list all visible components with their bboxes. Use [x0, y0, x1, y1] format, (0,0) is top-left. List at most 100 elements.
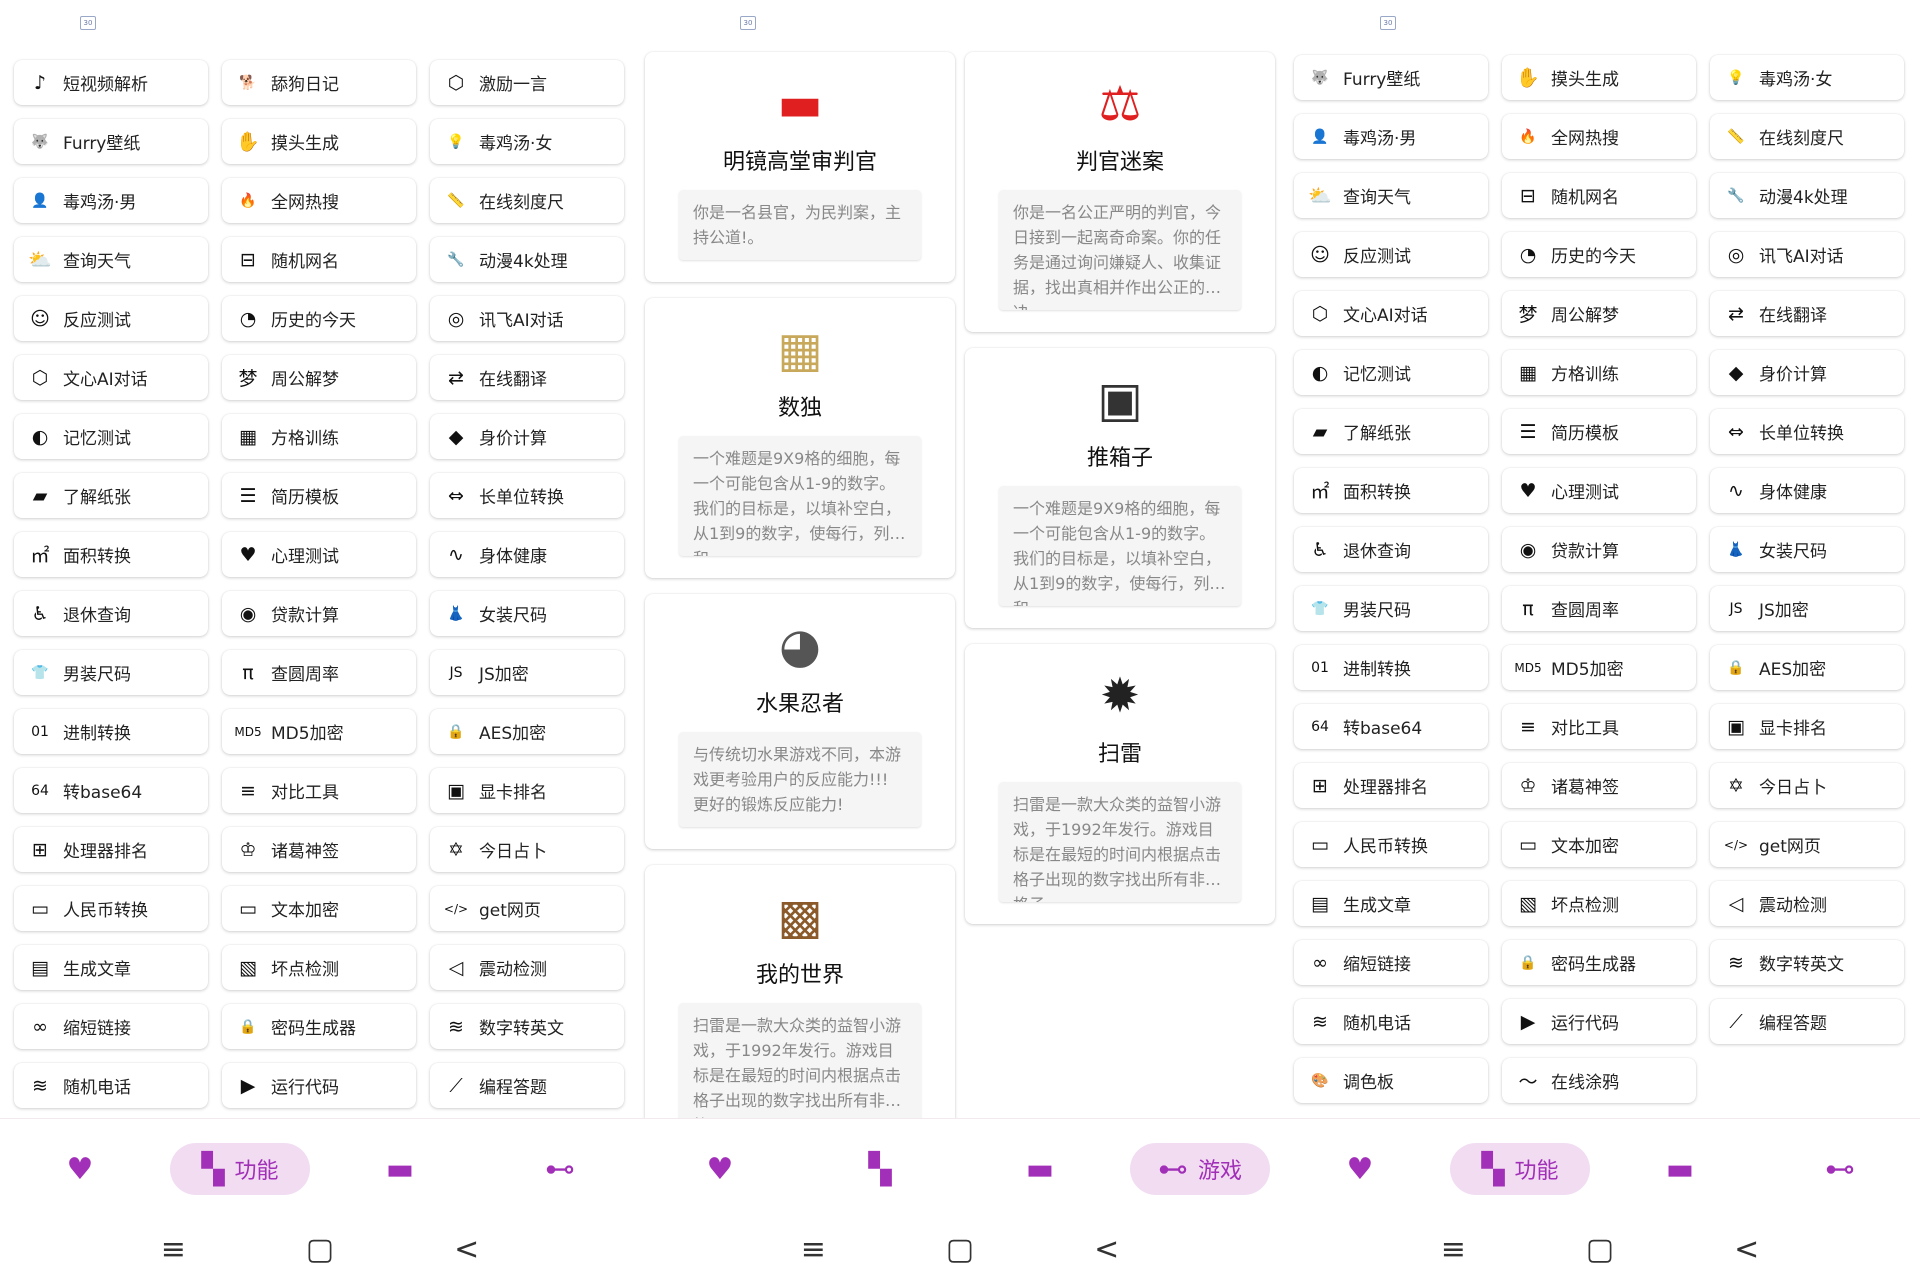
function-item[interactable]: ㎡面积转换 [1294, 468, 1488, 513]
function-item[interactable]: ≋ 数字转英文 [430, 1004, 624, 1049]
function-item[interactable]: ⛅ 查询天气 [1294, 173, 1488, 218]
function-item[interactable]: ≋ 随机电话 [14, 1063, 208, 1108]
nav-inbox-tab[interactable]: ▬ [970, 1143, 1110, 1195]
function-item[interactable]: ♥ 心理测试 [1502, 468, 1696, 513]
function-item[interactable]: ▦ 方格训练 [1502, 350, 1696, 395]
function-item[interactable]: ∿ 身体健康 [430, 532, 624, 577]
function-item[interactable]: 🔒 AES加密 [430, 709, 624, 754]
function-item[interactable]: ⟋ 编程答题 [1710, 999, 1904, 1044]
game-card[interactable]: ▬ 明镜高堂审判官 你是一名县官，为民判案，主持公道!。 [645, 52, 955, 282]
function-item[interactable]: ∞ 缩短链接 [14, 1004, 208, 1049]
function-item[interactable]: ⊟ 随机网名 [1502, 173, 1696, 218]
function-item[interactable]: ▭ 人民币转换 [1294, 822, 1488, 867]
function-item[interactable]: ☺ 反应测试 [1294, 232, 1488, 277]
function-item[interactable]: 🐺 Furry壁纸 [14, 119, 208, 164]
home-button[interactable]: ▢ [930, 1232, 990, 1267]
function-item[interactable]: 👕 男装尺码 [14, 650, 208, 695]
function-item[interactable]: </> get网页 [430, 886, 624, 931]
nav-favorites-tab[interactable]: ♥ [1290, 1143, 1430, 1195]
menu-button[interactable]: ≡ [143, 1232, 203, 1267]
function-item[interactable]: ☰ 简历模板 [1502, 409, 1696, 454]
function-item[interactable]: ♿ 退休查询 [1294, 527, 1488, 572]
back-button[interactable]: < [1077, 1232, 1137, 1267]
function-item[interactable]: 🔒 密码生成器 [1502, 940, 1696, 985]
function-item[interactable]: ▭ 人民币转换 [14, 886, 208, 931]
function-item[interactable]: 📏 在线刻度尺 [1710, 114, 1904, 159]
function-item[interactable]: 🔥 全网热搜 [1502, 114, 1696, 159]
menu-button[interactable]: ≡ [1423, 1232, 1483, 1267]
function-item[interactable]: 64 转base64 [1294, 704, 1488, 749]
function-item[interactable]: ☰ 简历模板 [222, 473, 416, 518]
function-item[interactable]: ✡ 今日占卜 [1710, 763, 1904, 808]
function-item[interactable]: 🐺 Furry壁纸 [1294, 55, 1488, 100]
function-item[interactable]: 🎨 调色板 [1294, 1058, 1488, 1103]
nav-games-tab[interactable]: ⊷ [490, 1143, 630, 1195]
back-button[interactable]: < [1717, 1232, 1777, 1267]
function-item[interactable]: ♪ 短视频解析 [14, 60, 208, 105]
nav-favorites-tab[interactable]: ♥ [650, 1143, 790, 1195]
function-item[interactable]: ∞ 缩短链接 [1294, 940, 1488, 985]
function-item[interactable]: ⊟ 随机网名 [222, 237, 416, 282]
function-item[interactable]: ◁ 震动检测 [430, 945, 624, 990]
function-item[interactable]: 👤 毒鸡汤·男 [1294, 114, 1488, 159]
function-item[interactable]: 🔒 密码生成器 [222, 1004, 416, 1049]
function-item[interactable]: ♔ 诸葛神签 [1502, 763, 1696, 808]
function-item[interactable]: ⇔ 长单位转换 [1710, 409, 1904, 454]
function-item[interactable]: ▤ 生成文章 [1294, 881, 1488, 926]
function-item[interactable]: ≋ 随机电话 [1294, 999, 1488, 1044]
menu-button[interactable]: ≡ [783, 1232, 843, 1267]
function-item[interactable]: π 查圆周率 [222, 650, 416, 695]
function-item[interactable]: 梦周公解梦 [1502, 291, 1696, 336]
function-item[interactable]: ▧ 坏点检测 [222, 945, 416, 990]
function-item[interactable]: 🔧 动漫4k处理 [430, 237, 624, 282]
nav-inbox-tab[interactable]: ▬ [330, 1143, 470, 1195]
function-item[interactable]: ◉ 贷款计算 [222, 591, 416, 636]
function-item[interactable]: ◔ 历史的今天 [1502, 232, 1696, 277]
function-item[interactable]: ▣ 显卡排名 [430, 768, 624, 813]
function-item[interactable]: ◉ 贷款计算 [1502, 527, 1696, 572]
function-item[interactable]: ⊞ 处理器排名 [14, 827, 208, 872]
function-item[interactable]: 🐕 舔狗日记 [222, 60, 416, 105]
function-item[interactable]: ▭ 文本加密 [1502, 822, 1696, 867]
function-item[interactable]: ▶ 运行代码 [1502, 999, 1696, 1044]
function-item[interactable]: ♥ 心理测试 [222, 532, 416, 577]
game-card[interactable]: ✹ 扫雷 扫雷是一款大众类的益智小游戏，于1992年发行。游戏目标是在最短的时间内根… [965, 644, 1275, 924]
home-button[interactable]: ▢ [1570, 1232, 1630, 1267]
function-item[interactable]: ⬡ 文心AI对话 [1294, 291, 1488, 336]
function-item[interactable]: ≡ 对比工具 [1502, 704, 1696, 749]
function-item[interactable]: ⬡ 文心AI对话 [14, 355, 208, 400]
function-item[interactable]: 🔥 全网热搜 [222, 178, 416, 223]
function-item[interactable]: ◎ 讯飞AI对话 [1710, 232, 1904, 277]
nav-functions-tab[interactable]: ▚ [810, 1143, 950, 1195]
function-item[interactable]: 64 转base64 [14, 768, 208, 813]
function-item[interactable]: ⇄ 在线翻译 [430, 355, 624, 400]
nav-games-tab[interactable]: ⊷ 游戏 [1130, 1143, 1270, 1195]
function-item[interactable]: ⇔ 长单位转换 [430, 473, 624, 518]
function-item[interactable]: ☺ 反应测试 [14, 296, 208, 341]
function-item[interactable]: ⬡ 激励一言 [430, 60, 624, 105]
function-item[interactable]: ⊞ 处理器排名 [1294, 763, 1488, 808]
function-item[interactable]: ✡ 今日占卜 [430, 827, 624, 872]
function-item[interactable]: ⇄ 在线翻译 [1710, 291, 1904, 336]
function-item[interactable]: ▭ 文本加密 [222, 886, 416, 931]
function-item[interactable]: ◆ 身价计算 [1710, 350, 1904, 395]
function-item[interactable]: ♔ 诸葛神签 [222, 827, 416, 872]
function-item[interactable]: 👤 毒鸡汤·男 [14, 178, 208, 223]
function-item[interactable]: 👗 女装尺码 [1710, 527, 1904, 572]
function-item[interactable]: ㎡面积转换 [14, 532, 208, 577]
function-item[interactable]: JS JS加密 [1710, 586, 1904, 631]
function-item[interactable]: ▤ 生成文章 [14, 945, 208, 990]
game-card[interactable]: ▩ 我的世界 扫雷是一款大众类的益智小游戏，于1992年发行。游戏目标是在最短的时间… [645, 865, 955, 1145]
function-item[interactable]: 👗 女装尺码 [430, 591, 624, 636]
function-item[interactable]: ⟋ 编程答题 [430, 1063, 624, 1108]
game-card[interactable]: ▣ 推箱子 一个难题是9X9格的细胞，每一个可能包含从1-9的数字。我们的目标是，以… [965, 348, 1275, 628]
game-card[interactable]: ◕ 水果忍者 与传统切水果游戏不同，本游戏更考验用户的反应能力!!! 更好的锻炼反应… [645, 594, 955, 849]
function-item[interactable]: ◆ 身价计算 [430, 414, 624, 459]
nav-functions-tab[interactable]: ▚ 功能 [170, 1143, 310, 1195]
function-item[interactable]: 💡 毒鸡汤·女 [1710, 55, 1904, 100]
function-item[interactable]: ✋ 摸头生成 [222, 119, 416, 164]
function-item[interactable]: ∿ 身体健康 [1710, 468, 1904, 513]
function-item[interactable]: 01 进制转换 [1294, 645, 1488, 690]
function-item[interactable]: 01 进制转换 [14, 709, 208, 754]
function-item[interactable]: MD5 MD5加密 [1502, 645, 1696, 690]
